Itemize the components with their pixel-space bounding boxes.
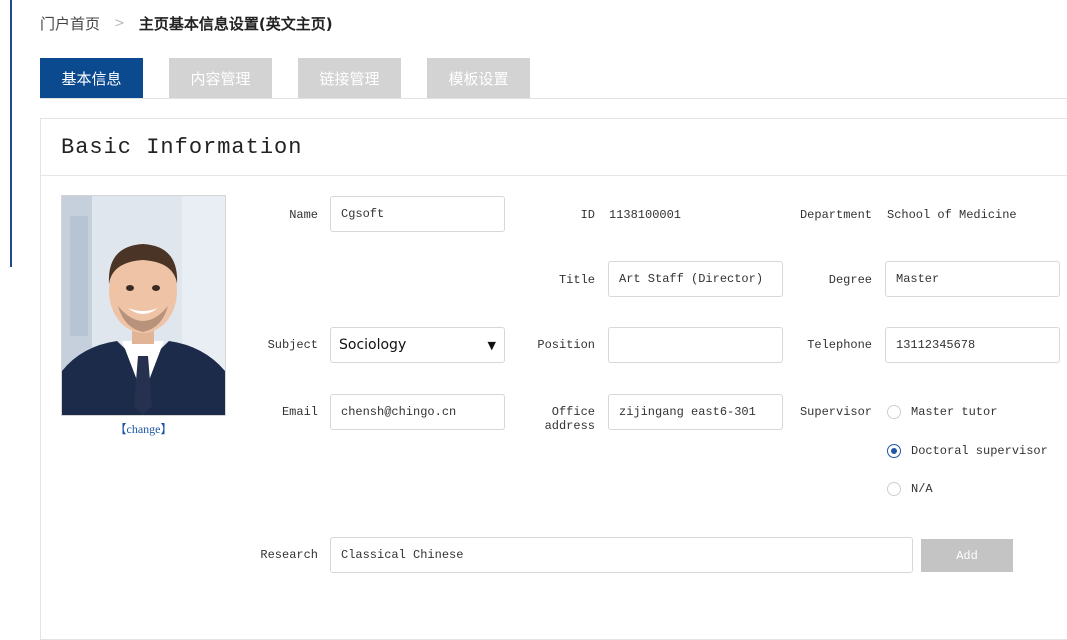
tab-bar: 基本信息 内容管理 链接管理 模板设置	[40, 58, 556, 99]
office-address-label-line2: address	[544, 419, 595, 433]
name-label: Name	[289, 208, 318, 222]
subject-select[interactable]: Sociology ▼	[330, 327, 505, 363]
position-label: Position	[537, 338, 595, 352]
office-address-label: Office address	[505, 405, 595, 433]
change-photo-link[interactable]: 【change】	[61, 420, 226, 437]
tab-link-management[interactable]: 链接管理	[298, 58, 401, 99]
research-label: Research	[260, 548, 318, 562]
breadcrumb-separator-icon: >	[114, 15, 125, 31]
position-input[interactable]	[608, 327, 783, 363]
breadcrumb-current: 主页基本信息设置(英文主页)	[138, 14, 333, 33]
profile-photo	[61, 195, 226, 416]
tab-content-management[interactable]: 内容管理	[169, 58, 272, 99]
radio-unchecked-icon[interactable]	[887, 405, 901, 419]
office-address-input[interactable]: zijingang east6-301	[608, 394, 783, 430]
subject-selected-value: Sociology	[339, 337, 407, 353]
tab-template-settings[interactable]: 模板设置	[427, 58, 530, 99]
panel-title: Basic Information	[61, 134, 303, 160]
telephone-input[interactable]: 13112345678	[885, 327, 1060, 363]
name-input[interactable]: Cgsoft	[330, 196, 505, 232]
email-label: Email	[281, 405, 318, 419]
department-value: School of Medicine	[887, 208, 1017, 222]
breadcrumb: 门户首页 > 主页基本信息设置(英文主页)	[40, 10, 333, 36]
office-address-label-line1: Office	[551, 405, 595, 419]
breadcrumb-home[interactable]: 门户首页	[40, 13, 100, 34]
radio-label-master-tutor: Master tutor	[911, 405, 998, 419]
radio-checked-icon[interactable]	[887, 444, 901, 458]
subject-label: Subject	[267, 338, 318, 352]
panel-header: Basic Information	[41, 119, 1067, 176]
supervisor-option-master-tutor[interactable]: Master tutor	[887, 405, 997, 419]
dropdown-arrow-icon: ▼	[487, 338, 496, 352]
id-value: 1138100001	[609, 208, 682, 222]
research-input[interactable]: Classical Chinese	[330, 537, 913, 573]
supervisor-option-na[interactable]: N/A	[887, 482, 933, 496]
title-input[interactable]: Art Staff (Director)	[608, 261, 783, 297]
telephone-label: Telephone	[807, 338, 872, 352]
supervisor-label: Supervisor	[799, 405, 872, 419]
id-label: ID	[580, 208, 595, 222]
email-input[interactable]: chensh@chingo.cn	[330, 394, 505, 430]
radio-unchecked-icon[interactable]	[887, 482, 901, 496]
add-research-button[interactable]: Add	[921, 539, 1013, 572]
title-label: Title	[558, 273, 595, 287]
department-label: Department	[799, 208, 872, 222]
tab-divider	[40, 98, 1067, 99]
degree-label: Degree	[828, 273, 872, 287]
degree-input[interactable]: Master	[885, 261, 1060, 297]
supervisor-option-doctoral-supervisor[interactable]: Doctoral supervisor	[887, 444, 1048, 458]
radio-label-doctoral-supervisor: Doctoral supervisor	[911, 444, 1048, 458]
left-accent-rule	[10, 0, 12, 267]
radio-label-na: N/A	[911, 482, 933, 496]
tab-basic-info[interactable]: 基本信息	[40, 58, 143, 99]
